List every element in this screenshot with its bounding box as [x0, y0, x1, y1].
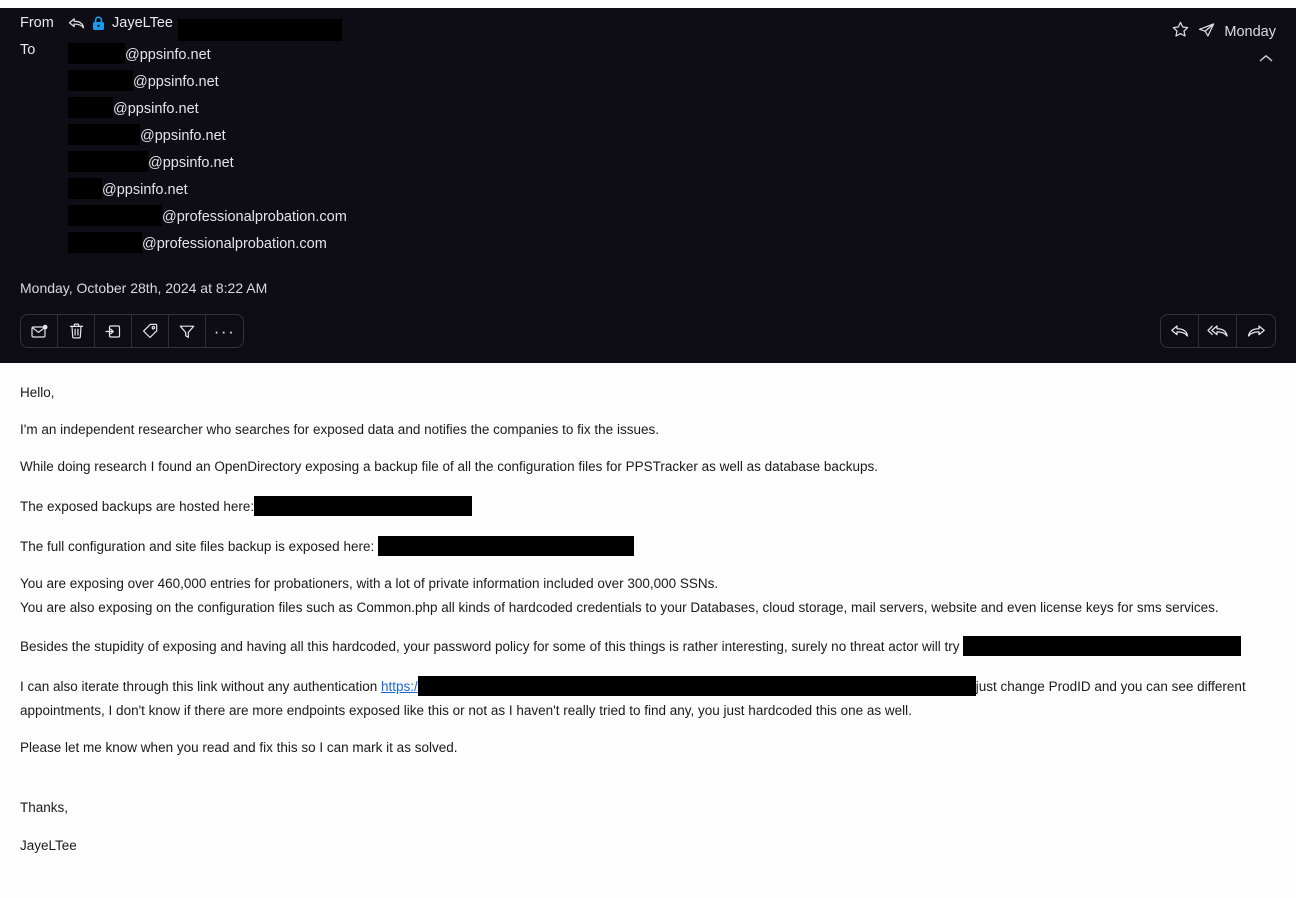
reply-arrow-icon: [68, 16, 85, 31]
recipient-redaction: [68, 232, 142, 253]
recipient-item[interactable]: @ppsinfo.net: [68, 42, 347, 69]
recipient-item[interactable]: @professionalprobation.com: [68, 231, 347, 258]
body-paragraph-intro: I'm an independent researcher who search…: [20, 421, 659, 437]
sender-name: JayeLTee: [112, 15, 173, 31]
lock-icon: [92, 15, 105, 31]
body-paragraph-research: While doing research I found an OpenDire…: [20, 458, 878, 474]
recipient-domain: @ppsinfo.net: [125, 47, 211, 63]
recipient-domain: @ppsinfo.net: [140, 128, 226, 144]
body-paragraph-closing: Please let me know when you read and fix…: [20, 740, 458, 756]
tag-button[interactable]: [132, 315, 169, 347]
recipient-domain: @ppsinfo.net: [148, 155, 234, 171]
message-date: Monday, October 28th, 2024 at 8:22 AM: [20, 280, 268, 296]
day-badge: Monday: [1224, 24, 1276, 40]
recipient-item[interactable]: @ppsinfo.net: [68, 123, 347, 150]
recipient-item[interactable]: @ppsinfo.net: [68, 177, 347, 204]
more-options-button[interactable]: ···: [206, 315, 243, 347]
forward-arrow-icon: [1247, 323, 1266, 339]
body-paragraph-entries: You are exposing over 460,000 entries fo…: [20, 575, 719, 591]
body-paragraph-link-line2: appointments, I don't know if there are …: [20, 703, 912, 719]
password-redaction: [963, 636, 1242, 657]
recipient-list: @ppsinfo.net @ppsinfo.net @ppsinfo.net @…: [68, 42, 347, 258]
link-suffix-text: just change ProdID and you can see diffe…: [975, 679, 1246, 695]
recipient-domain: @ppsinfo.net: [113, 101, 199, 117]
fullconfig-label: The full configuration and site files ba…: [20, 538, 375, 554]
fullconfig-url-redaction: [377, 535, 634, 556]
envelope-dot-icon: [30, 324, 48, 339]
to-row: To @ppsinfo.net @ppsinfo.net @ppsinfo.ne…: [0, 42, 1296, 258]
recipient-redaction: [68, 178, 102, 199]
recipient-redaction: [68, 43, 125, 64]
recipient-item[interactable]: @ppsinfo.net: [68, 96, 347, 123]
message-body: Hello, I'm an independent researcher who…: [0, 363, 1296, 898]
recipient-domain: @ppsinfo.net: [133, 74, 219, 90]
star-icon[interactable]: [1172, 21, 1189, 43]
body-signoff: Thanks,: [20, 800, 69, 816]
collapse-header-button[interactable]: [1256, 50, 1276, 68]
from-label: From: [20, 15, 54, 31]
body-greeting: Hello,: [20, 385, 55, 400]
recipient-item[interactable]: @ppsinfo.net: [68, 150, 347, 177]
recipient-redaction: [68, 151, 148, 172]
move-to-folder-icon: [105, 324, 121, 339]
message-header: From JayeLTee To @ppsinfo.net @ppsinfo.n…: [0, 8, 1296, 363]
backups-url-redaction: [254, 495, 473, 516]
paper-plane-icon[interactable]: [1198, 22, 1215, 43]
recipient-domain: @ppsinfo.net: [102, 182, 188, 198]
action-toolbars: ···: [0, 312, 1296, 352]
filter-button[interactable]: [169, 315, 206, 347]
chevron-up-icon: [1259, 50, 1273, 68]
ellipsis-icon: ···: [213, 321, 236, 341]
primary-actions-toolbar: ···: [20, 314, 244, 348]
trash-icon: [69, 323, 84, 339]
body-paragraph-fullconfig: The full configuration and site files ba…: [20, 535, 1276, 556]
recipient-redaction: [68, 205, 162, 226]
recipient-item[interactable]: @ppsinfo.net: [68, 69, 347, 96]
mark-unread-button[interactable]: [21, 315, 58, 347]
recipient-domain: @professionalprobation.com: [142, 236, 327, 252]
password-policy-text: Besides the stupidity of exposing and ha…: [20, 639, 960, 655]
tag-icon: [142, 323, 158, 339]
body-signature: JayeLTee: [20, 838, 77, 853]
backups-label: The exposed backups are hosted here:: [20, 498, 255, 514]
from-row: From JayeLTee: [0, 8, 1296, 41]
forward-button[interactable]: [1237, 315, 1275, 347]
recipient-redaction: [68, 97, 113, 118]
recipient-redaction: [68, 70, 133, 91]
body-paragraph-backups: The exposed backups are hosted here:: [20, 495, 1276, 516]
reply-all-button[interactable]: [1199, 315, 1237, 347]
move-to-folder-button[interactable]: [95, 315, 132, 347]
reply-actions-toolbar: [1160, 314, 1276, 348]
reply-button[interactable]: [1161, 315, 1199, 347]
recipient-item[interactable]: @professionalprobation.com: [68, 204, 347, 231]
to-label: To: [20, 42, 36, 58]
link-intro-text: I can also iterate through this link wit…: [20, 679, 378, 695]
sender-address-redaction: [178, 19, 342, 41]
body-paragraph-configfiles: You are also exposing on the configurati…: [20, 599, 1219, 615]
funnel-icon: [179, 324, 195, 339]
email-message-view: From JayeLTee To @ppsinfo.net @ppsinfo.n…: [0, 8, 1296, 898]
recipient-domain: @professionalprobation.com: [162, 209, 347, 225]
endpoint-url-redaction: [417, 676, 976, 697]
header-right-actions: Monday: [1172, 21, 1276, 43]
exposed-endpoint-link[interactable]: https:/: [381, 679, 418, 694]
body-paragraph-link: I can also iterate through this link wit…: [20, 676, 1276, 697]
reply-all-arrow-icon: [1207, 323, 1228, 339]
reply-arrow-icon: [1170, 323, 1189, 339]
recipient-redaction: [68, 124, 140, 145]
delete-button[interactable]: [58, 315, 95, 347]
body-paragraph-password: Besides the stupidity of exposing and ha…: [20, 636, 1276, 657]
